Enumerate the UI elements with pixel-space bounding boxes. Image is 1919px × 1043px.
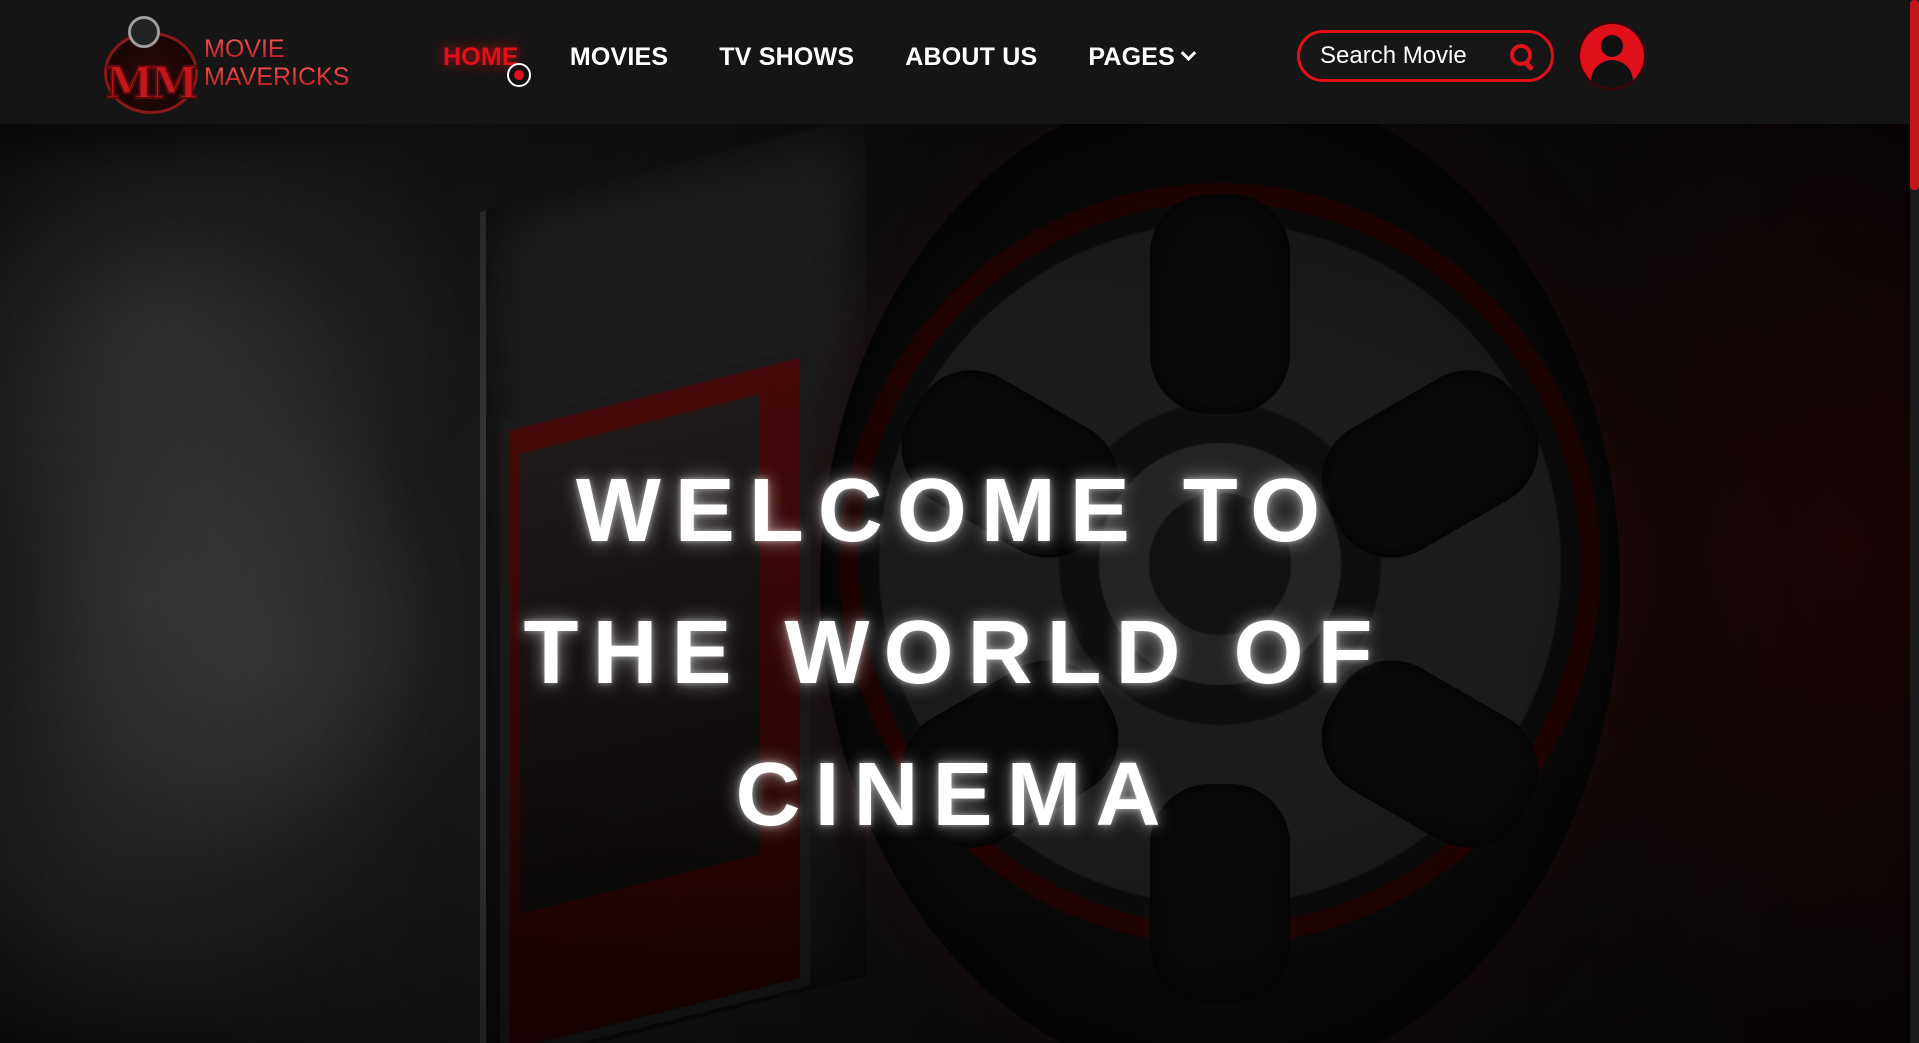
scrollbar-thumb[interactable] (1910, 0, 1919, 190)
mouse-cursor-icon (507, 63, 531, 87)
page-scrollbar[interactable] (1910, 0, 1919, 1043)
nav-item-label: TV SHOWS (719, 42, 855, 71)
user-icon[interactable] (1580, 24, 1644, 88)
film-camera-icon (128, 15, 160, 48)
hero-title-line-1: WELCOME TO (575, 461, 1335, 561)
nav-item-about-us[interactable]: ABOUT US (905, 43, 1037, 72)
nav-item-movies[interactable]: MOVIES (570, 43, 668, 72)
brand-logo[interactable]: MM MOVIE MAVERICKS (100, 10, 350, 115)
search-icon[interactable] (1509, 43, 1535, 72)
hero-title-line-2: THE WORLD OF (523, 603, 1387, 703)
nav-item-label: MOVIES (569, 42, 669, 71)
chevron-down-icon (1180, 44, 1197, 61)
search-input[interactable] (1320, 42, 1509, 70)
logo-wordmark: MOVIE MAVERICKS (204, 35, 349, 91)
logo-line-2: MAVERICKS (204, 62, 350, 91)
hero-title: WELCOME TO THE WORLD OF CINEMA (0, 440, 1910, 866)
search-icon-handle (1522, 59, 1535, 72)
nav-item-home[interactable]: HOME (443, 43, 519, 72)
page: WELCOME TO THE WORLD OF CINEMA MM MOVIE … (0, 0, 1919, 1043)
nav-item-label: PAGES (1088, 42, 1176, 71)
logo-line-1: MOVIE (204, 35, 349, 63)
user-icon-head (1601, 35, 1623, 57)
nav-item-pages[interactable]: PAGES (1088, 42, 1197, 72)
main-nav: HOME MOVIES TV SHOWS ABOUT US PAGES (443, 40, 1245, 74)
nav-item-label: ABOUT US (905, 42, 1038, 71)
logo-emblem: MM (100, 14, 200, 114)
nav-item-label: HOME (443, 42, 519, 71)
site-header: MM MOVIE MAVERICKS HOME MOVIES TV SHOWS … (0, 0, 1919, 124)
user-icon-body (1591, 60, 1633, 88)
hero-title-line-3: CINEMA (735, 745, 1175, 845)
search-box (1297, 30, 1554, 82)
logo-monogram: MM (104, 57, 199, 110)
nav-item-tv-shows[interactable]: TV SHOWS (719, 43, 854, 72)
